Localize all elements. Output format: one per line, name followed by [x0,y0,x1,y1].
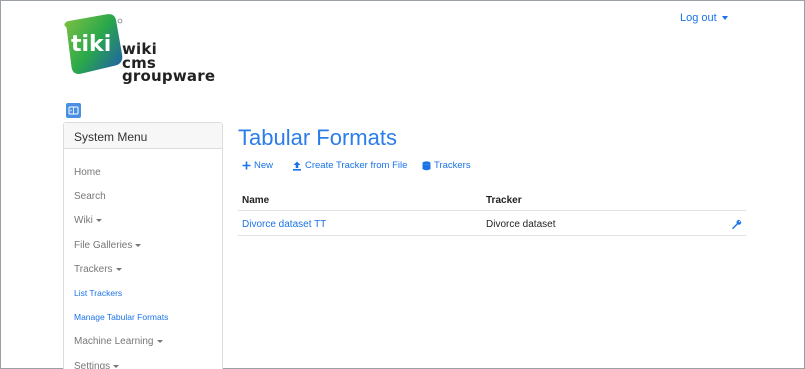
trackers-label: Trackers [434,160,471,171]
chevron-down-icon [156,339,163,343]
upload-icon [293,161,301,171]
column-header-tracker[interactable]: Tracker [486,195,522,206]
chevron-down-icon [113,364,120,368]
plus-icon [242,161,251,170]
table-cell-tracker: Divorce dataset [486,219,556,230]
sidebar-item-home[interactable]: Home [74,167,101,178]
table-header-divider [238,210,746,211]
sidebar-toggle-button[interactable] [66,103,81,118]
sidebar-item-wiki[interactable]: Wiki [74,215,102,226]
sidebar-item-machine-learning[interactable]: Machine Learning [74,336,163,347]
trackers-button[interactable]: Trackers [422,160,471,171]
logout-label: Log out [680,12,717,24]
sidebar-item-list-trackers[interactable]: List Trackers [74,288,122,298]
column-header-name[interactable]: Name [242,195,269,206]
sidebar-item-manage-tabular-formats[interactable]: Manage Tabular Formats [74,312,168,322]
system-menu-title: System Menu [64,123,222,149]
logout-link[interactable]: Log out [680,12,728,24]
sidebar-item-settings[interactable]: Settings [74,361,120,369]
logo-wordmark: wiki cms groupware [122,42,216,85]
sidebar-toggle-icon [68,106,79,115]
logo-line-groupware: groupware [122,67,216,85]
page-title: Tabular Formats [238,125,397,150]
sidebar-item-search[interactable]: Search [74,191,106,202]
tiki-logo-mark: tiki [64,14,123,74]
sidebar-item-label: File Galleries [74,240,133,251]
new-button[interactable]: New [242,160,273,171]
create-tracker-label: Create Tracker from File [305,160,408,171]
new-button-label: New [254,160,274,171]
sidebar-item-label: Machine Learning [74,336,154,347]
chevron-down-icon [95,218,102,222]
wrench-icon[interactable] [731,217,742,235]
sidebar-item-label: Home [74,167,101,178]
create-tracker-from-file-button[interactable]: Create Tracker from File [292,160,407,171]
svg-text:tiki: tiki [71,32,111,57]
sidebar-item-label: Settings [74,361,111,369]
sidebar-item-label: Trackers [74,264,113,275]
sidebar-item-label: List Trackers [74,288,123,298]
sidebar-item-label: Manage Tabular Formats [74,312,169,322]
sidebar-item-label: Wiki [74,215,93,226]
chevron-down-icon [721,16,728,21]
tiki-logo[interactable]: tiki wiki cms groupware [62,13,232,93]
database-icon [422,160,431,170]
table-row-divider [238,235,746,236]
chevron-down-icon [115,267,122,271]
table-cell-name-link[interactable]: Divorce dataset TT [242,219,326,230]
sidebar-item-file-galleries[interactable]: File Galleries [74,240,142,251]
sidebar-item-trackers[interactable]: Trackers [74,264,122,275]
sidebar-item-label: Search [74,191,106,202]
chevron-down-icon [135,243,142,247]
